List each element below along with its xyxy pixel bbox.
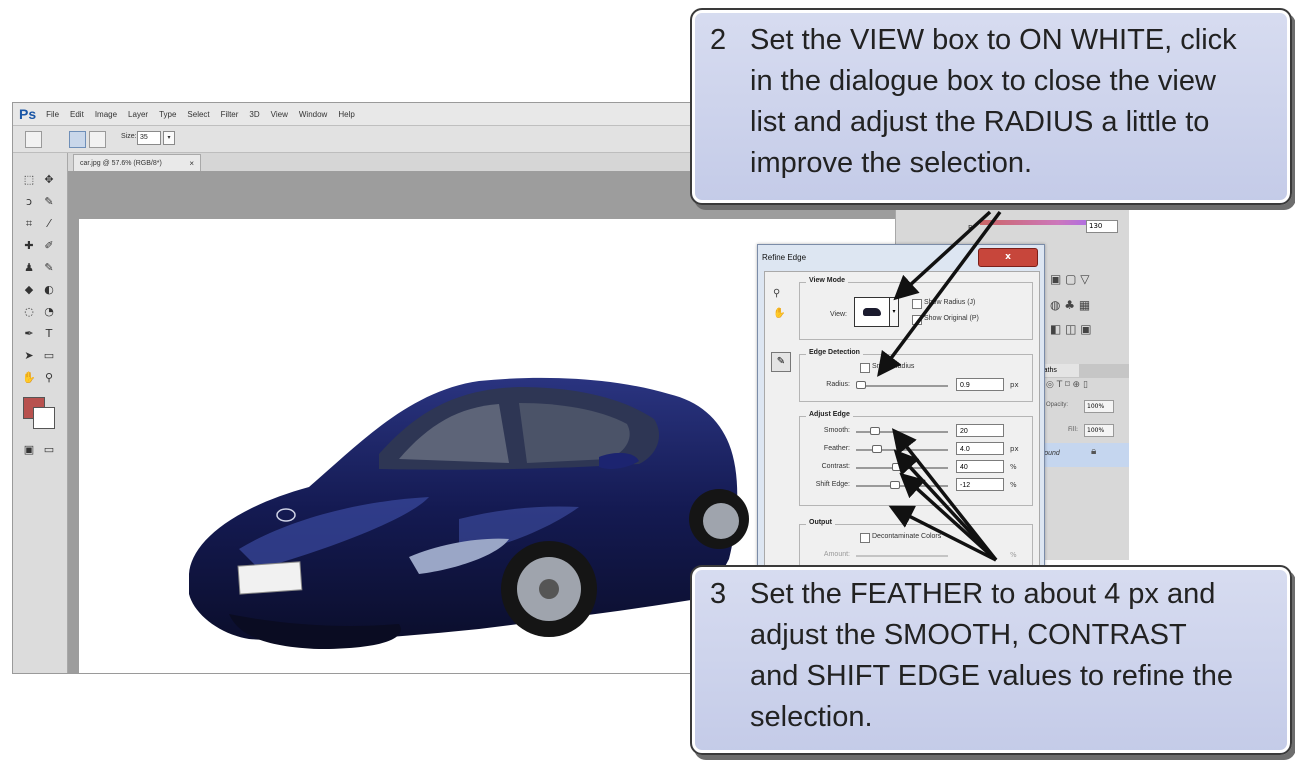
arrow-to-smooth-slider: [891, 428, 998, 562]
arrow-to-feather-slider: [893, 449, 998, 562]
arrow-to-radius-slider: [877, 210, 1002, 377]
arrow-to-view-box: [893, 210, 992, 301]
arrow-to-contrast-slider: [899, 472, 998, 562]
annotation-arrows: [877, 210, 1002, 562]
